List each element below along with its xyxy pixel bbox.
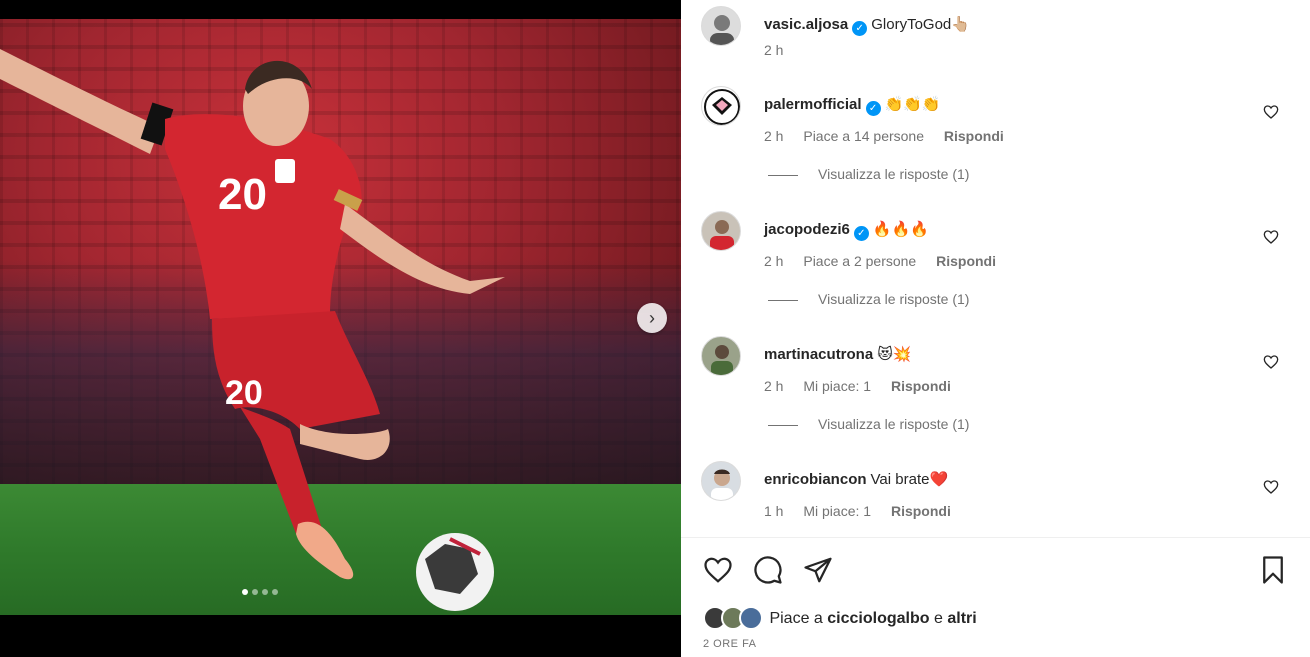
comment-username[interactable]: palermofficial bbox=[764, 96, 862, 113]
jersey-number: 20 bbox=[218, 170, 267, 219]
liker-avatars bbox=[703, 606, 765, 632]
likes-summary[interactable]: Piace a cicciologalbo e altri bbox=[703, 606, 977, 632]
carousel-dot-3 bbox=[262, 589, 268, 595]
comment-text: Vai brate❤️ bbox=[870, 471, 949, 488]
comment-text: 🔥🔥🔥 bbox=[872, 221, 929, 238]
verified-badge-icon: ✓ bbox=[853, 226, 869, 241]
carousel-dot-1 bbox=[242, 589, 248, 595]
divider-line bbox=[768, 424, 798, 426]
action-bar bbox=[703, 555, 1288, 585]
avatar[interactable] bbox=[701, 211, 741, 251]
comment-meta: 1 h Mi piace: 1 Rispondi bbox=[764, 503, 967, 519]
view-replies-label: Visualizza le risposte (1) bbox=[818, 166, 970, 182]
reply-button[interactable]: Rispondi bbox=[891, 503, 951, 519]
comment-row: martinacutrona 😻💥 2 h Mi piace: 1 Rispond… bbox=[701, 336, 1291, 396]
caption-text: GloryToGod👆🏼 bbox=[871, 16, 970, 33]
comment-line: martinacutrona 😻💥 bbox=[764, 345, 912, 363]
caption-username[interactable]: vasic.aljosa bbox=[764, 16, 848, 33]
view-replies-label: Visualizza le risposte (1) bbox=[818, 416, 970, 432]
carousel-dot-4 bbox=[272, 589, 278, 595]
comment-username[interactable]: martinacutrona bbox=[764, 346, 873, 363]
comment-meta: 2 h Piace a 14 persone Rispondi bbox=[764, 128, 1020, 144]
caption-row: vasic.aljosa ✓ GloryToGod👆🏼 2 h bbox=[701, 6, 1291, 66]
view-replies-button[interactable]: Visualizza le risposte (1) bbox=[768, 291, 969, 307]
comment-time: 1 h bbox=[764, 503, 784, 519]
view-replies-button[interactable]: Visualizza le risposte (1) bbox=[768, 416, 969, 432]
comment-likes[interactable]: Mi piace: 1 bbox=[803, 503, 871, 519]
carousel-dot-2 bbox=[252, 589, 258, 595]
shorts-number: 20 bbox=[225, 374, 263, 412]
comment-line: palermofficial ✓ 👏👏👏 bbox=[764, 95, 941, 116]
avatar[interactable] bbox=[701, 461, 741, 501]
heart-icon[interactable] bbox=[1263, 354, 1279, 370]
comment-time: 2 h bbox=[764, 253, 784, 269]
caption-meta: 2 h bbox=[764, 42, 799, 58]
heart-icon[interactable] bbox=[1263, 229, 1279, 245]
avatar bbox=[739, 606, 763, 630]
view-replies-label: Visualizza le risposte (1) bbox=[818, 291, 970, 307]
divider-line bbox=[768, 174, 798, 176]
reply-button[interactable]: Rispondi bbox=[891, 378, 951, 394]
comment-line: jacopodezi6 ✓ 🔥🔥🔥 bbox=[764, 220, 929, 241]
comment-row: jacopodezi6 ✓ 🔥🔥🔥 2 h Piace a 2 persone Ri… bbox=[701, 211, 1291, 271]
verified-badge-icon: ✓ bbox=[865, 101, 881, 116]
avatar[interactable] bbox=[701, 336, 741, 376]
verified-badge-icon: ✓ bbox=[852, 21, 868, 36]
carousel-dots bbox=[242, 589, 278, 595]
likes-prefix: Piace a bbox=[769, 610, 823, 628]
likes-others[interactable]: altri bbox=[947, 610, 976, 627]
comment-row: palermofficial ✓ 👏👏👏 2 h Piace a 14 person… bbox=[701, 86, 1291, 146]
comment-text: 👏👏👏 bbox=[884, 96, 941, 113]
liker-username[interactable]: cicciologalbo bbox=[827, 610, 929, 627]
view-replies-button[interactable]: Visualizza le risposte (1) bbox=[768, 166, 969, 182]
comments-panel: vasic.aljosa ✓ GloryToGod👆🏼 2 h palermoffi… bbox=[681, 0, 1310, 657]
bookmark-icon[interactable] bbox=[1258, 555, 1288, 585]
send-icon[interactable] bbox=[803, 555, 833, 585]
avatar[interactable] bbox=[701, 6, 741, 46]
chevron-right-icon: › bbox=[649, 308, 655, 328]
comment-icon[interactable] bbox=[753, 555, 783, 585]
reply-button[interactable]: Rispondi bbox=[944, 128, 1004, 144]
post-media[interactable]: 20 20 › bbox=[0, 19, 681, 615]
heart-icon[interactable] bbox=[1263, 479, 1279, 495]
comment-time: 2 h bbox=[764, 378, 784, 394]
comment-text: 😻💥 bbox=[877, 346, 912, 363]
reply-button[interactable]: Rispondi bbox=[936, 253, 996, 269]
comment-username[interactable]: enricobiancon bbox=[764, 471, 867, 488]
comment-likes[interactable]: Piace a 14 persone bbox=[803, 128, 924, 144]
avatar[interactable] bbox=[701, 86, 741, 126]
caption-line: vasic.aljosa ✓ GloryToGod👆🏼 bbox=[764, 15, 970, 36]
comment-time: 2 h bbox=[764, 128, 784, 144]
likes-conj: e bbox=[933, 610, 943, 628]
comment-likes[interactable]: Piace a 2 persone bbox=[803, 253, 916, 269]
comment-meta: 2 h Piace a 2 persone Rispondi bbox=[764, 253, 1012, 269]
section-divider bbox=[681, 537, 1310, 538]
comment-line: enricobiancon Vai brate❤️ bbox=[764, 470, 948, 488]
comment-row: enricobiancon Vai brate❤️ 1 h Mi piace: 1… bbox=[701, 461, 1291, 521]
divider-line bbox=[768, 299, 798, 301]
comment-likes[interactable]: Mi piace: 1 bbox=[803, 378, 871, 394]
caption-time: 2 h bbox=[764, 42, 784, 58]
post-timestamp: 2 ORE FA bbox=[703, 638, 757, 650]
comment-username[interactable]: jacopodezi6 bbox=[764, 221, 850, 238]
heart-icon[interactable] bbox=[1263, 104, 1279, 120]
player-illustration: 20 20 bbox=[0, 49, 505, 611]
comment-meta: 2 h Mi piace: 1 Rispondi bbox=[764, 378, 967, 394]
heart-icon[interactable] bbox=[703, 555, 733, 585]
next-image-button[interactable]: › bbox=[637, 303, 667, 333]
